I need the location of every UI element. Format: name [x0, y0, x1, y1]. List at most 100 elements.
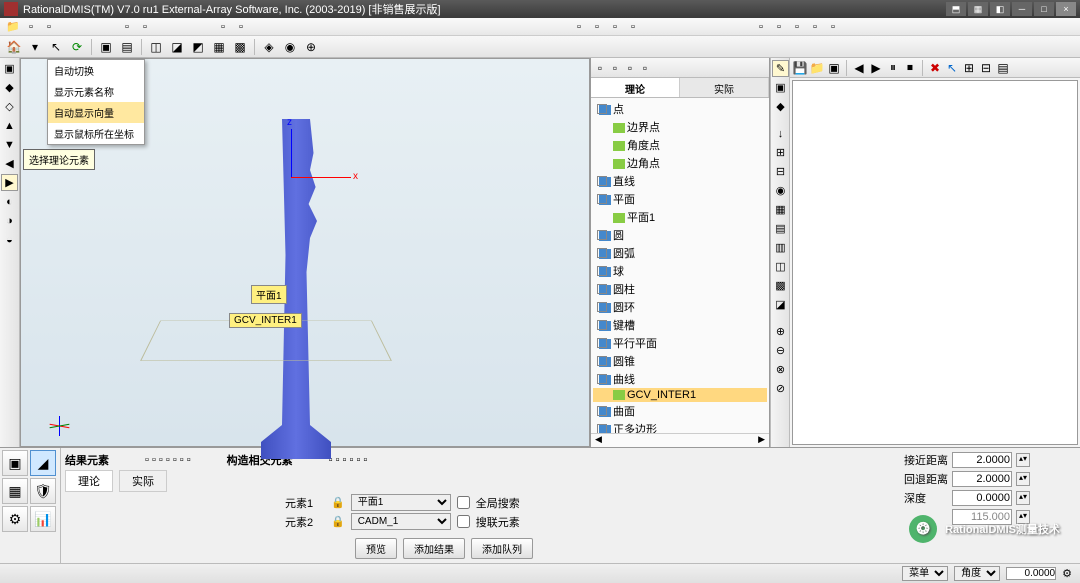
home-icon[interactable]: 🏠 — [4, 38, 24, 56]
tool-icon[interactable]: ▤ — [117, 38, 137, 56]
refresh-icon[interactable]: ⟳ — [67, 38, 87, 56]
dropdown-icon[interactable]: ▾ — [25, 38, 45, 56]
tree-node[interactable]: 点 — [593, 100, 767, 118]
tree-node[interactable]: 角度点 — [593, 136, 767, 154]
retract-input[interactable] — [952, 471, 1012, 487]
tree-node[interactable]: 圆 — [593, 226, 767, 244]
cursor-icon[interactable]: ↖ — [46, 38, 66, 56]
bl-btn[interactable]: ⚙ — [2, 506, 28, 532]
lock-icon[interactable]: 🔒 — [331, 515, 345, 528]
menu-icon[interactable]: ▫ — [752, 19, 770, 35]
subtab-theory[interactable]: 理论 — [65, 470, 113, 492]
tool-icon[interactable]: ▩ — [230, 38, 250, 56]
rtool-icon[interactable]: ▣ — [772, 79, 789, 96]
rtool-icon[interactable]: ◫ — [772, 258, 789, 275]
rtool-icon[interactable]: ↓ — [772, 125, 789, 142]
tree-node[interactable]: 直线 — [593, 172, 767, 190]
tree-node[interactable]: 球 — [593, 262, 767, 280]
menu-icon[interactable]: ▫ — [214, 19, 232, 35]
tab-theory[interactable]: 理论 — [591, 78, 680, 97]
elem1-select[interactable]: 平面1 — [351, 494, 451, 511]
tree-node[interactable]: 1平面1 — [593, 208, 767, 226]
rp-icon[interactable]: ⊟ — [978, 60, 994, 76]
rp-icon[interactable]: ⏹ — [902, 60, 918, 76]
val4-input[interactable] — [952, 509, 1012, 525]
bl-btn[interactable]: 🛡 — [30, 478, 56, 504]
status-val[interactable] — [1006, 567, 1056, 580]
elem2-select[interactable]: CADM_1 — [351, 513, 451, 530]
tab-actual[interactable]: 实际 — [680, 78, 769, 97]
vtool-icon[interactable]: ◆ — [1, 79, 18, 96]
rtool-icon[interactable]: ⊟ — [772, 163, 789, 180]
rp-icon[interactable]: 📁 — [809, 60, 825, 76]
rp-icon[interactable]: ▤ — [995, 60, 1011, 76]
status-sel2[interactable]: 角度 — [954, 566, 1000, 581]
tool-icon[interactable]: ◩ — [188, 38, 208, 56]
rp-icon[interactable]: ✖ — [927, 60, 943, 76]
rtool-icon[interactable]: ⊗ — [772, 361, 789, 378]
right-canvas[interactable] — [792, 80, 1078, 445]
tree-tb-icon[interactable]: ▫ — [638, 61, 652, 75]
3d-viewport[interactable]: 自动切换 显示元素名称 自动显示向量 显示鼠标所在坐标 选择理论元素 x z 平… — [20, 58, 590, 447]
rtool-icon[interactable]: ◪ — [772, 296, 789, 313]
menu-icon[interactable]: ▫ — [806, 19, 824, 35]
tree-node[interactable]: 边角点 — [593, 154, 767, 172]
tree-node[interactable]: 圆弧 — [593, 244, 767, 262]
rtool-icon[interactable]: ⊘ — [772, 380, 789, 397]
tree-tb-icon[interactable]: ▫ — [623, 61, 637, 75]
menu-icon[interactable]: ▫ — [824, 19, 842, 35]
vtool-icon[interactable]: ▶ — [1, 174, 18, 191]
approach-input[interactable] — [952, 452, 1012, 468]
spin-icon[interactable]: ▴▾ — [1016, 453, 1030, 467]
subtab-actual[interactable]: 实际 — [119, 470, 167, 492]
vtool-icon[interactable]: ◀ — [1, 155, 18, 172]
rtool-icon[interactable]: ▩ — [772, 277, 789, 294]
feature-tree[interactable]: 点边界点角度点边角点直线平面1平面1圆圆弧球圆柱圆环键槽平行平面圆锥曲线1GCV… — [591, 98, 769, 433]
tool-icon-3[interactable]: ◧ — [990, 2, 1010, 16]
cb-assoc[interactable] — [457, 515, 470, 528]
menu-icon[interactable]: ▫ — [22, 19, 40, 35]
tool-icon[interactable]: ⊕ — [301, 38, 321, 56]
tool-icon[interactable]: ▣ — [96, 38, 116, 56]
minimize-button[interactable]: ─ — [1012, 2, 1032, 16]
menu-icon[interactable]: ▫ — [570, 19, 588, 35]
rp-icon[interactable]: ⏸ — [885, 60, 901, 76]
vtool-icon[interactable]: ◐ — [1, 193, 18, 210]
rtool-icon[interactable]: ◆ — [772, 98, 789, 115]
tool-icon-1[interactable]: ⬒ — [946, 2, 966, 16]
rtool-icon[interactable]: ◉ — [772, 182, 789, 199]
menu-icon[interactable]: ▫ — [118, 19, 136, 35]
vtool-icon[interactable]: ▣ — [1, 60, 18, 77]
rtool-icon[interactable]: ⊞ — [772, 144, 789, 161]
menu-icon[interactable]: ▫ — [588, 19, 606, 35]
tree-tb-icon[interactable]: ▫ — [593, 61, 607, 75]
rtool-icon[interactable]: ⊖ — [772, 342, 789, 359]
rp-icon[interactable]: ▣ — [826, 60, 842, 76]
add-result-button[interactable]: 添加结果 — [403, 538, 465, 559]
maximize-button[interactable]: □ — [1034, 2, 1054, 16]
tool-icon[interactable]: ▦ — [209, 38, 229, 56]
close-button[interactable]: × — [1056, 2, 1076, 16]
menu-icon[interactable]: ▫ — [40, 19, 58, 35]
spin-icon[interactable]: ▴▾ — [1016, 491, 1030, 505]
rtool-icon[interactable]: ▦ — [772, 201, 789, 218]
menu-file-icon[interactable]: 📁 — [4, 19, 22, 35]
preview-button[interactable]: 预览 — [355, 538, 397, 559]
dd-item-2[interactable]: 自动显示向量 — [48, 102, 144, 123]
rp-icon[interactable]: ⊞ — [961, 60, 977, 76]
tree-node[interactable]: 圆锥 — [593, 352, 767, 370]
vtool-icon[interactable]: ◇ — [1, 98, 18, 115]
rp-icon[interactable]: ▶ — [868, 60, 884, 76]
vtool-icon[interactable]: ◑ — [1, 212, 18, 229]
dd-item-3[interactable]: 显示鼠标所在坐标 — [48, 123, 144, 144]
tree-node[interactable]: 平行平面 — [593, 334, 767, 352]
menu-icon[interactable]: ▫ — [624, 19, 642, 35]
bl-btn[interactable]: ◢ — [30, 450, 56, 476]
vtool-icon[interactable]: ◒ — [1, 231, 18, 248]
tool-icon[interactable]: ◉ — [280, 38, 300, 56]
rtool-icon[interactable]: ⊕ — [772, 323, 789, 340]
tree-node[interactable]: 1GCV_INTER1 — [593, 388, 767, 402]
rtool-icon[interactable]: ▤ — [772, 220, 789, 237]
tree-tb-icon[interactable]: ▫ — [608, 61, 622, 75]
tool-icon[interactable]: ◈ — [259, 38, 279, 56]
